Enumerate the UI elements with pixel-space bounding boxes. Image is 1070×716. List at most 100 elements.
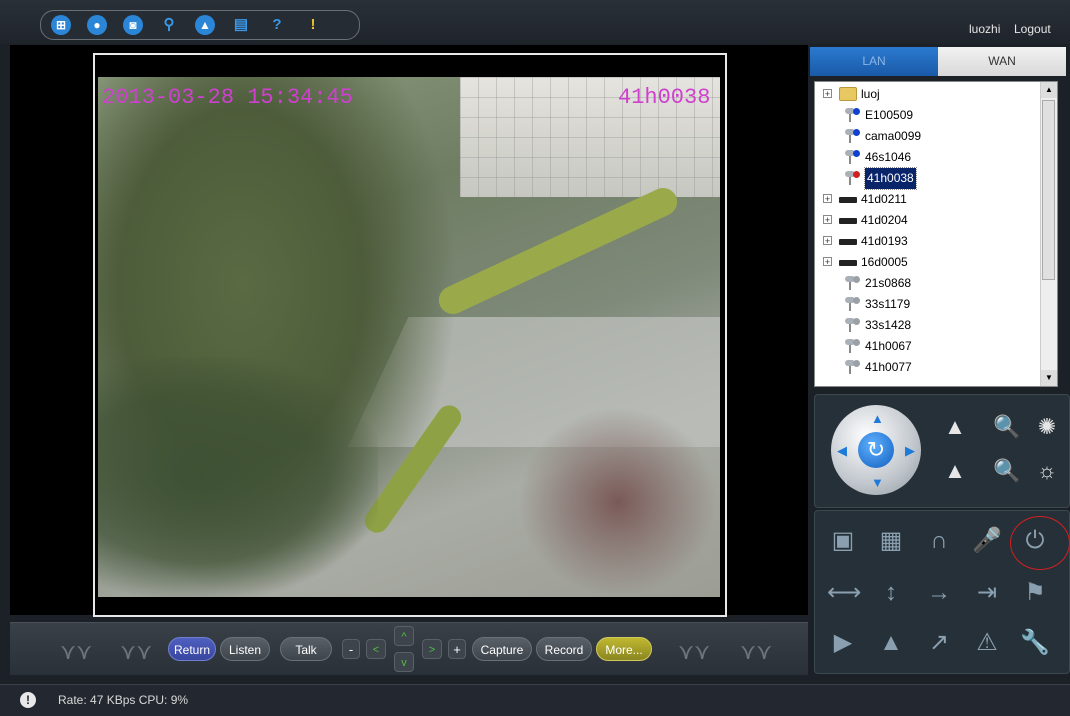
tree-item[interactable]: 41h0077: [815, 357, 1055, 378]
camera-icon[interactable]: ◙: [123, 15, 143, 35]
expand-icon[interactable]: +: [823, 257, 832, 267]
dvr-icon: [839, 260, 857, 266]
tilt-down-button[interactable]: v: [394, 652, 414, 672]
listen-button[interactable]: Listen: [220, 637, 270, 661]
tree-item[interactable]: +41d0193: [815, 231, 1055, 252]
talk-button[interactable]: Talk: [280, 637, 332, 661]
tab-lan[interactable]: LAN: [810, 47, 938, 76]
video-frame[interactable]: 2013-03-28 15:34:45 41h0038: [93, 53, 727, 617]
toolbar: ⊞ ● ◙ ⚲ ▲ ▤ ? !: [40, 10, 360, 40]
control-bar: ⋎⋎ ⋎⋎ Return Listen Talk - < ^ v > + Cap…: [10, 622, 808, 675]
tree-item-label: E100509: [865, 108, 914, 122]
capture-button[interactable]: Capture: [472, 637, 532, 661]
save-icon[interactable]: ▤: [231, 15, 251, 35]
horizontal-scan-icon[interactable]: ⟷: [827, 577, 861, 609]
focus-far-icon[interactable]: ▲: [941, 457, 969, 485]
ptz-joystick[interactable]: ▲ ▼ ◀ ▶ ↻: [831, 405, 921, 495]
headphones-icon[interactable]: ∩: [923, 525, 955, 557]
tilt-up-button[interactable]: ^: [394, 626, 414, 646]
joystick-right-icon[interactable]: ▶: [905, 443, 915, 459]
tree-item-label: 41d0211: [861, 192, 907, 206]
tree-item[interactable]: 21s0868: [815, 273, 1055, 294]
joystick-down-icon[interactable]: ▼: [871, 475, 884, 490]
logout-link[interactable]: Logout: [1014, 22, 1051, 36]
camera-icon: [845, 318, 860, 332]
tree-item-label: 21s0868: [865, 276, 912, 290]
search-icon[interactable]: ⚲: [159, 15, 179, 35]
tree-scrollbar[interactable]: ▲ ▼: [1040, 82, 1057, 386]
joystick-left-icon[interactable]: ◀: [837, 443, 847, 459]
vertical-scan-icon[interactable]: ↕: [875, 577, 907, 609]
iris-open-icon[interactable]: ✺: [1033, 413, 1061, 441]
camera-icon: [845, 339, 860, 353]
tab-wan[interactable]: WAN: [938, 47, 1066, 76]
help-icon[interactable]: ?: [267, 15, 287, 35]
device-tree[interactable]: 41h0077 41h0067 33s1428 33s1179 21s0868 +16d0…: [814, 81, 1058, 387]
tree-item[interactable]: 33s1428: [815, 315, 1055, 336]
snapshot-icon[interactable]: ▣: [827, 525, 859, 557]
osd-camera-id: 41h0038: [618, 85, 711, 110]
scroll-thumb[interactable]: [1042, 100, 1055, 280]
grid-icon[interactable]: ⊞: [51, 15, 71, 35]
record-button[interactable]: Record: [536, 637, 592, 661]
tree-item[interactable]: +41d0211: [815, 189, 1055, 210]
info-icon: !: [20, 692, 36, 708]
highlight-annotation: [1010, 516, 1070, 570]
clapper-icon[interactable]: ▦: [875, 525, 907, 557]
grass-decoration-icon: ⋎⋎: [678, 639, 711, 664]
warning-icon[interactable]: ⚠: [971, 627, 1003, 659]
ptz-panel: ▲ ▼ ◀ ▶ ↻ ▲ ▲ 🔍 🔍 ✺ ☼: [814, 394, 1070, 508]
camera-icon: [845, 276, 860, 290]
record-icon[interactable]: ●: [87, 15, 107, 35]
expand-icon[interactable]: +: [823, 236, 832, 246]
tree-item-label: 46s1046: [865, 150, 912, 164]
zoom-out-icon[interactable]: 🔍: [993, 413, 1021, 441]
focus-near-icon[interactable]: ▲: [941, 413, 969, 441]
osd-datetime: 2013-03-28 15:34:45: [102, 85, 353, 110]
expand-icon[interactable]: +: [823, 89, 832, 99]
flip-horizontal-icon[interactable]: ▶: [827, 627, 859, 659]
grass-decoration-icon: ⋎⋎: [740, 639, 773, 664]
joystick-up-icon[interactable]: ▲: [871, 411, 884, 426]
flag-icon[interactable]: ⚑: [1019, 577, 1051, 609]
zoom-in-button[interactable]: +: [448, 639, 466, 659]
tree-item[interactable]: 33s1179: [815, 294, 1055, 315]
dvr-icon: [839, 197, 857, 203]
zoom-out-button[interactable]: -: [342, 639, 360, 659]
tree-item-label: 41h0077: [865, 360, 912, 374]
more-button[interactable]: More...: [596, 637, 652, 661]
camera-icon: [845, 150, 860, 164]
scroll-down-icon[interactable]: ▼: [1041, 370, 1057, 386]
expand-icon[interactable]: +: [823, 215, 832, 225]
tree-item[interactable]: +16d0005: [815, 252, 1055, 273]
flip-vertical-icon[interactable]: ▲: [875, 627, 907, 659]
preset-icon[interactable]: ⇥: [971, 577, 1003, 609]
dvr-icon: [839, 218, 857, 224]
lock-icon[interactable]: ▲: [195, 15, 215, 35]
foreground-tree: [98, 357, 378, 597]
auto-rotate-icon[interactable]: ↻: [858, 432, 894, 468]
scroll-up-icon[interactable]: ▲: [1041, 82, 1057, 98]
tree-item[interactable]: 41h0067: [815, 336, 1055, 357]
zoom-in-icon[interactable]: 🔍: [993, 457, 1021, 485]
iris-close-icon[interactable]: ☼: [1033, 457, 1061, 485]
video-feed: 2013-03-28 15:34:45 41h0038: [98, 77, 720, 597]
expand-icon[interactable]: +: [823, 194, 832, 204]
tree-item[interactable]: 41h0038: [815, 167, 1055, 190]
tree-item[interactable]: +41d0204: [815, 210, 1055, 231]
microphone-icon[interactable]: 🎤: [971, 525, 1003, 557]
diagonal-icon[interactable]: ↗: [923, 627, 955, 659]
tree-item[interactable]: 46s1046: [815, 147, 1055, 168]
info-icon[interactable]: !: [303, 15, 323, 35]
settings-wrench-icon[interactable]: 🔧: [1019, 627, 1051, 659]
return-button[interactable]: Return: [168, 637, 216, 661]
cruise-icon[interactable]: →: [923, 577, 955, 609]
tree-item[interactable]: cama0099: [815, 126, 1055, 147]
pan-right-button[interactable]: >: [422, 639, 442, 659]
camera-icon: [845, 360, 860, 374]
tree-item-label: 41d0193: [861, 234, 908, 248]
tree-item[interactable]: E100509: [815, 105, 1055, 126]
grass-decoration-icon: ⋎⋎: [120, 639, 153, 664]
pan-left-button[interactable]: <: [366, 639, 386, 659]
tree-item[interactable]: + luoj: [815, 84, 1055, 105]
